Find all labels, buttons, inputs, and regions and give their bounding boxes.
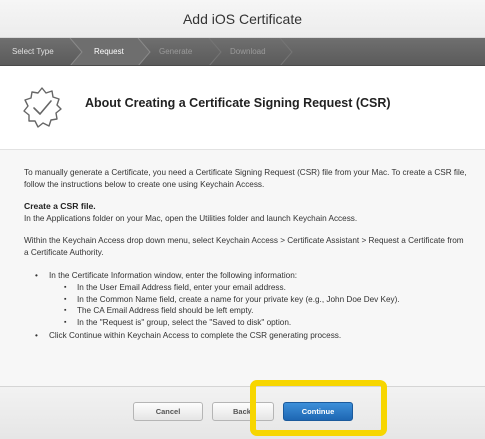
list-item-text: Click Continue within Keychain Access to… <box>49 330 342 340</box>
intro-paragraph: To manually generate a Certificate, you … <box>24 168 467 189</box>
instructions-panel: To manually generate a Certificate, you … <box>0 149 485 386</box>
chevron-separator <box>279 38 293 65</box>
certificate-seal-icon <box>23 87 62 128</box>
list-item: In the Certificate Information window, e… <box>24 270 470 329</box>
sub-list-item: The CA Email Address field should be lef… <box>49 305 470 317</box>
sub-list-item: In the "Request is" group, select the "S… <box>49 317 470 329</box>
menu-paragraph: Within the Keychain Access drop down men… <box>24 236 464 257</box>
step-progress-bar: Select Type Request Generate Download <box>0 38 485 66</box>
chevron-separator <box>208 38 222 65</box>
dialog-footer: Cancel Back Continue <box>0 386 485 439</box>
window-title: Add iOS Certificate <box>182 11 303 27</box>
instructions-text: To manually generate a Certificate, you … <box>24 167 470 342</box>
sub-instruction-list: In the User Email Address field, enter y… <box>49 282 470 328</box>
list-item-text: In the Certificate Information window, e… <box>49 270 298 280</box>
list-item: Click Continue within Keychain Access to… <box>24 330 470 342</box>
step-generate: Generate <box>159 47 193 56</box>
page-title: About Creating a Certificate Signing Req… <box>85 96 391 110</box>
highlight-annotation <box>250 380 387 436</box>
step-request: Request <box>94 47 124 56</box>
step-download: Download <box>230 47 266 56</box>
sub-list-item: In the User Email Address field, enter y… <box>49 282 470 294</box>
section-heading: Create a CSR file. <box>24 201 96 212</box>
sub-list-item: In the Common Name field, create a name … <box>49 294 470 306</box>
instruction-list: In the Certificate Information window, e… <box>24 270 470 342</box>
section-paragraph: In the Applications folder on your Mac, … <box>24 213 358 223</box>
step-select-type: Select Type <box>12 47 54 56</box>
cancel-button[interactable]: Cancel <box>133 402 203 421</box>
section-header: About Creating a Certificate Signing Req… <box>0 67 485 149</box>
window-title-bar: Add iOS Certificate <box>0 0 485 38</box>
